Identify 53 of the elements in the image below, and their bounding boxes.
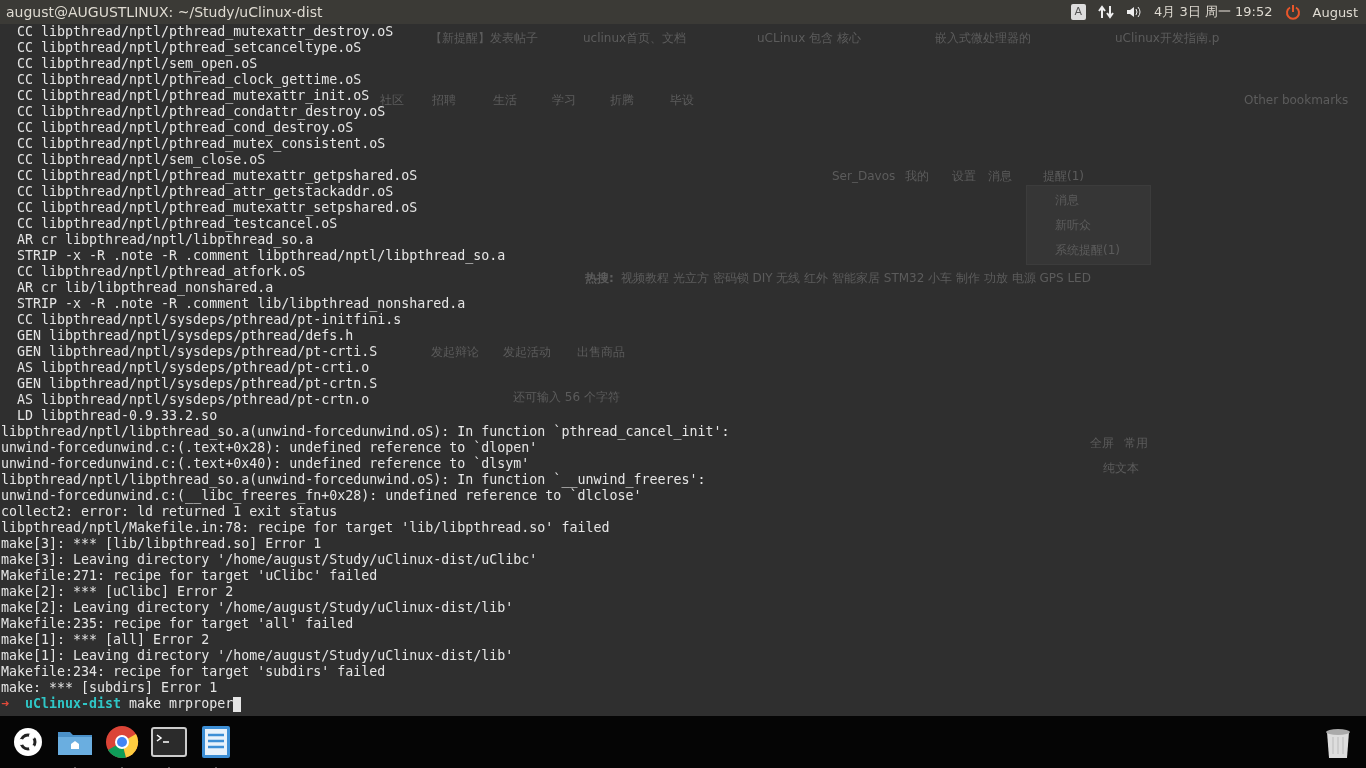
terminal-line: unwind-forcedunwind.c:(.text+0x28): undefined reference to `dlopen' [0,440,538,456]
terminal-line: CC libpthread/nptl/sysdeps/pthread/pt-initfini.s [16,312,402,328]
terminal-line: CC libpthread/nptl/sem_open.oS [16,56,258,72]
terminal-line: Makefile:234: recipe for target 'subdirs' failed [0,664,386,680]
prompt-directory: uClinux-dist [25,696,122,712]
terminal-line: unwind-forcedunwind.c:(__libc_freeres_fn+0x28): undefined reference to `dlclose' [0,488,642,504]
clock[interactable]: 4月 3日 周一 19:52 [1154,3,1273,21]
terminal-line: unwind-forcedunwind.c:(.text+0x40): undefined reference to `dlsym' [0,456,530,472]
terminal-line: CC libpthread/nptl/pthread_mutexattr_setpshared.oS [16,200,418,216]
terminal-line: GEN libpthread/nptl/sysdeps/pthread/pt-crtn.S [16,376,378,392]
terminal-line: libpthread/nptl/libpthread_so.a(unwind-forcedunwind.oS): In function `pthread_cancel_init': [0,424,730,440]
terminal-line: CC libpthread/nptl/pthread_setcanceltype.oS [16,40,362,56]
terminal-command: make mrproper [129,696,234,712]
terminal-line: make[3]: Leaving directory '/home/august/Study/uClinux-dist/uClibc' [0,552,538,568]
terminal-line: CC libpthread/nptl/pthread_attr_getstackaddr.oS [16,184,394,200]
terminal-line: collect2: error: ld returned 1 exit status [0,504,338,520]
terminal-line: CC libpthread/nptl/sem_close.oS [16,152,266,168]
terminal-line: LD libpthread-0.9.33.2.so [16,408,218,424]
text-cursor [233,696,242,712]
terminal-line: Makefile:235: recipe for target 'all' failed [0,616,354,632]
terminal-line: AS libpthread/nptl/sysdeps/pthread/pt-crtn.o [16,392,370,408]
terminal-line: CC libpthread/nptl/pthread_testcancel.oS [16,216,338,232]
terminal-line: make[1]: Leaving directory '/home/august/Study/uClinux-dist/lib' [0,648,514,664]
prompt-arrow: ➜ [1,696,10,712]
terminal-line: make[2]: *** [uClibc] Error 2 [0,584,234,600]
terminal-line: AR cr libpthread/nptl/libpthread_so.a [16,232,314,248]
terminal-line: GEN libpthread/nptl/sysdeps/pthread/pt-crti.S [16,344,378,360]
terminal-line: make[2]: Leaving directory '/home/august/Study/uClinux-dist/lib' [0,600,514,616]
terminal-line: STRIP -x -R .note -R .comment libpthread/nptl/libpthread_so.a [16,248,506,264]
window-title: august@AUGUSTLINUX: ~/Study/uClinux-dist [6,4,323,20]
terminal-line: make[3]: *** [lib/libpthread.so] Error 1 [0,536,322,552]
terminal-line: CC libpthread/nptl/pthread_clock_gettime.oS [16,72,362,88]
terminal-line: AS libpthread/nptl/sysdeps/pthread/pt-crti.o [16,360,370,376]
terminal-line: CC libpthread/nptl/pthread_mutexattr_destroy.oS [16,24,394,40]
terminal-line: libpthread/nptl/libpthread_so.a(unwind-forcedunwind.oS): In function `__unwind_freeres': [0,472,706,488]
terminal-line: make: *** [subdirs] Error 1 [0,680,218,696]
terminal-line: GEN libpthread/nptl/sysdeps/pthread/defs.h [16,328,354,344]
keyboard-indicator[interactable]: A [1070,4,1087,20]
network-arrows-icon[interactable] [1098,4,1115,20]
terminal-line: CC libpthread/nptl/pthread_mutexattr_init.oS [16,88,370,104]
terminal-line: AR cr lib/libpthread_nonshared.a [16,280,274,296]
terminal-line: CC libpthread/nptl/pthread_mutex_consistent.oS [16,136,386,152]
terminal-line: make[1]: *** [all] Error 2 [0,632,210,648]
terminal-line: CC libpthread/nptl/pthread_mutexattr_getpshared.oS [16,168,418,184]
terminal-line: STRIP -x -R .note -R .comment lib/libpthread_nonshared.a [16,296,466,312]
terminal-line: CC libpthread/nptl/pthread_atfork.oS [16,264,306,280]
terminal-line: CC libpthread/nptl/pthread_cond_destroy.oS [16,120,354,136]
terminal-line: CC libpthread/nptl/pthread_condattr_destroy.oS [16,104,386,120]
user-name[interactable]: August [1312,4,1358,20]
volume-icon[interactable] [1126,4,1143,20]
terminal-line: Makefile:271: recipe for target 'uClibc' failed [0,568,378,584]
terminal-line: libpthread/nptl/Makefile.in:78: recipe for target 'lib/libpthread.so' failed [0,520,610,536]
power-icon[interactable] [1284,4,1301,20]
